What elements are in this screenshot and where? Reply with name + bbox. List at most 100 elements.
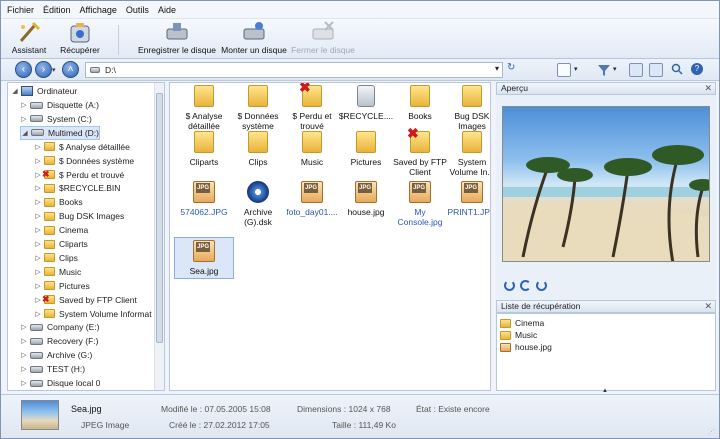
tree-item[interactable]: ▷ Clips — [34, 251, 78, 265]
file-item[interactable]: JPG Sea.jpg — [174, 237, 234, 279]
expand-icon[interactable]: ▷ — [34, 198, 42, 206]
collapse-icon[interactable]: ◢ — [21, 129, 29, 137]
expand-icon[interactable]: ▷ — [34, 143, 42, 151]
expand-icon[interactable]: ▷ — [20, 365, 28, 373]
tree-item[interactable]: ▷ $ Données système — [34, 154, 134, 168]
address-field[interactable]: D:\ ▾ — [85, 62, 503, 78]
expand-icon[interactable]: ▷ — [34, 171, 42, 179]
expand-icon[interactable]: ▷ — [34, 254, 42, 262]
expand-icon[interactable]: ▷ — [34, 282, 42, 290]
expand-icon[interactable]: ▷ — [20, 115, 28, 123]
tree-item[interactable]: ▷ System Volume Informat — [34, 307, 151, 321]
tree-item[interactable]: ▷ $RECYCLE.BIN — [34, 181, 120, 195]
tree-item-ordinateur[interactable]: ◢ Ordinateur — [11, 84, 77, 98]
file-item[interactable]: ✖ $ Perdu et trouvé — [282, 83, 342, 131]
refresh-icon[interactable]: ↻ — [507, 62, 521, 76]
tree-item[interactable]: ◢ Multimed (D:) — [20, 125, 101, 140]
view-mode-icon[interactable] — [557, 63, 571, 77]
tree-item[interactable]: ▷ ✖ $ Perdu et trouvé — [34, 168, 124, 182]
resize-grip-icon[interactable]: ⋰ — [708, 428, 715, 436]
file-item[interactable]: Music — [282, 131, 342, 167]
file-item[interactable]: JPG foto_day01.... — [282, 181, 342, 217]
file-item[interactable]: Cliparts — [174, 131, 234, 167]
file-item[interactable]: Clips — [228, 131, 288, 167]
tree-item[interactable]: ▷ Books — [34, 195, 82, 209]
filter-icon[interactable] — [597, 63, 611, 79]
tree-item[interactable]: ▷ TEST (H:) — [20, 362, 85, 376]
up-folder-button[interactable]: ˄ — [62, 61, 79, 78]
file-item[interactable]: System Volume In... — [442, 131, 490, 177]
menu-outils[interactable]: Outils — [126, 5, 149, 15]
file-item[interactable]: Books — [390, 85, 450, 121]
expand-icon[interactable]: ▷ — [34, 240, 42, 248]
file-item[interactable]: JPG house.jpg — [336, 181, 396, 217]
close-icon[interactable]: ✕ — [704, 83, 712, 94]
tree-item[interactable]: ▷ Archive (G:) — [20, 348, 92, 362]
save-icon[interactable] — [649, 63, 663, 77]
tree-item[interactable]: ▷ Cinema — [34, 223, 88, 237]
recovery-list-item[interactable]: Music — [500, 329, 537, 341]
help-icon[interactable]: ? — [691, 63, 703, 75]
search-icon[interactable] — [671, 63, 683, 77]
back-button[interactable]: ‹ — [15, 61, 32, 78]
rotate-icon[interactable] — [520, 280, 531, 291]
forward-button[interactable]: › — [35, 61, 52, 78]
tree-item[interactable]: ▷ $ Analyse détaillée — [34, 140, 130, 154]
recovery-list-item[interactable]: Cinema — [500, 317, 544, 329]
file-item[interactable]: ✖ Saved by FTP Client — [390, 126, 450, 177]
mount-disk-button[interactable]: Monter un disque — [219, 21, 289, 57]
file-item[interactable]: JPG My Console.jpg — [390, 181, 450, 227]
tree-scrollbar[interactable] — [154, 83, 164, 390]
expand-icon[interactable]: ▷ — [34, 296, 42, 304]
tree-item[interactable]: ▷ Pictures — [34, 279, 89, 293]
tree-item[interactable]: ▷ Cliparts — [34, 237, 88, 251]
expand-icon[interactable]: ▷ — [34, 157, 42, 165]
history-dropdown-icon[interactable]: ▾ — [52, 66, 56, 74]
expand-icon[interactable]: ▷ — [34, 310, 42, 318]
tree-item[interactable]: ▷ Company (E:) — [20, 320, 99, 334]
save-disk-button[interactable]: Enregistrer le disque — [137, 21, 217, 57]
menu-edition[interactable]: Édition — [43, 5, 71, 15]
file-item[interactable]: $ Données système — [228, 85, 288, 131]
recover-button[interactable]: Récupérer — [57, 21, 103, 57]
file-item[interactable]: JPG 574062.JPG — [174, 181, 234, 217]
rotate-left-icon[interactable] — [504, 280, 515, 291]
tree-item[interactable]: ▷ Music — [34, 265, 81, 279]
expand-icon[interactable]: ▷ — [20, 337, 28, 345]
menu-aide[interactable]: Aide — [158, 5, 176, 15]
toolbar-separator — [118, 25, 119, 55]
preview-toggle-icon[interactable] — [629, 63, 643, 77]
expand-icon[interactable]: ▷ — [20, 323, 28, 331]
tree-scroll-thumb[interactable] — [156, 93, 163, 343]
assistant-button[interactable]: Assistant — [9, 21, 49, 57]
expand-icon[interactable]: ▷ — [20, 351, 28, 359]
menu-fichier[interactable]: Fichier — [7, 5, 34, 15]
address-dropdown-icon[interactable]: ▾ — [495, 64, 499, 73]
rotate-right-icon[interactable] — [536, 280, 547, 291]
filter-dropdown-icon[interactable]: ▾ — [613, 65, 617, 73]
expand-icon[interactable]: ▷ — [34, 226, 42, 234]
tree-item[interactable]: ▷ Disquette (A:) — [20, 98, 99, 112]
expand-icon[interactable]: ▷ — [20, 101, 28, 109]
expand-icon[interactable]: ▷ — [34, 268, 42, 276]
close-disk-button[interactable]: Fermer le disque — [291, 21, 355, 57]
tree-item[interactable]: ▷ Disque local 0 — [20, 376, 100, 390]
tree-item[interactable]: ▷ ✖ Saved by FTP Client — [34, 293, 137, 307]
tree-item[interactable]: ▷ System (C:) — [20, 112, 92, 126]
expand-icon[interactable]: ▷ — [34, 184, 42, 192]
file-item[interactable]: JPG PRINT1.JPG — [442, 181, 490, 217]
close-icon[interactable]: ✕ — [704, 301, 712, 312]
menu-affichage[interactable]: Affichage — [80, 5, 117, 15]
view-dropdown-icon[interactable]: ▾ — [574, 65, 578, 73]
expand-icon[interactable]: ▷ — [20, 379, 28, 387]
collapse-icon[interactable]: ◢ — [11, 87, 19, 95]
file-item[interactable]: $ Analyse détaillée — [174, 85, 234, 131]
file-item[interactable]: $RECYCLE.... — [336, 85, 396, 121]
expand-icon[interactable]: ▷ — [34, 212, 42, 220]
recovery-list-item[interactable]: house.jpg — [500, 341, 552, 353]
tree-item[interactable]: ▷ Bug DSK Images — [34, 209, 124, 223]
tree-item[interactable]: ▷ Recovery (F:) — [20, 334, 98, 348]
file-item[interactable]: Bug DSK Images — [442, 85, 490, 131]
file-item[interactable]: Pictures — [336, 131, 396, 167]
file-item[interactable]: Archive (G).dsk — [228, 181, 288, 227]
